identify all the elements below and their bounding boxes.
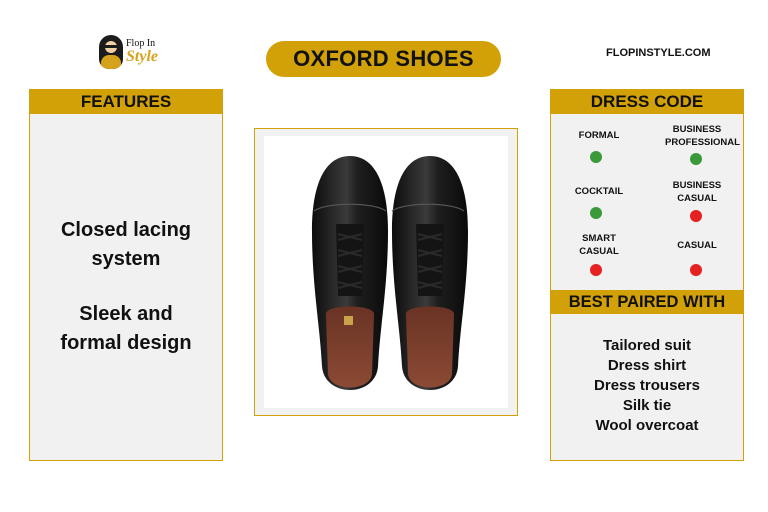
oxford-shoes-image xyxy=(264,136,508,408)
dress-code-label: FORMAL xyxy=(578,130,620,141)
dress-code-label: SMART CASUAL xyxy=(579,233,619,257)
shoe-illustration xyxy=(312,156,468,390)
best-paired-list: Tailored suit Dress shirt Dress trousers… xyxy=(551,336,743,436)
page-title: OXFORD SHOES xyxy=(266,41,501,77)
dress-code-label: CASUAL xyxy=(677,240,717,251)
paired-item: Silk tie xyxy=(622,397,672,414)
not-suitable-dot-icon xyxy=(690,210,702,222)
paired-item: Tailored suit xyxy=(602,337,692,354)
dress-code-panel: DRESS CODE FORMAL BUSINESS PROFESSIONAL … xyxy=(550,89,744,461)
shoe-image-frame xyxy=(254,128,518,416)
paired-item: Dress trousers xyxy=(594,377,700,394)
logo-line2: Style xyxy=(126,48,158,65)
features-panel: FEATURES Closed lacing system Sleek and … xyxy=(29,89,223,461)
dress-code-label: BUSINESS CASUAL xyxy=(672,180,722,204)
suitable-dot-icon xyxy=(690,153,702,165)
dress-code-heading: DRESS CODE xyxy=(551,90,743,114)
dress-code-label: COCKTAIL xyxy=(574,186,624,197)
dress-code-casual: CASUAL xyxy=(647,239,747,252)
dress-code-smart-casual: SMART CASUAL xyxy=(551,232,647,258)
site-url: FLOPINSTYLE.COM xyxy=(606,47,711,59)
features-list: Closed lacing system Sleek and formal de… xyxy=(30,114,222,460)
dress-code-formal: FORMAL xyxy=(551,129,647,142)
right-shoe xyxy=(391,156,468,390)
best-paired-heading: BEST PAIRED WITH xyxy=(551,290,743,314)
suitable-dot-icon xyxy=(590,207,602,219)
dress-code-label: BUSINESS PROFESSIONAL xyxy=(665,124,740,148)
not-suitable-dot-icon xyxy=(690,264,702,276)
logo-text: Flop In Style xyxy=(126,39,158,65)
dress-code-business-casual: BUSINESS CASUAL xyxy=(647,179,747,205)
suitable-dot-icon xyxy=(590,151,602,163)
dress-code-business-professional: BUSINESS PROFESSIONAL xyxy=(647,123,747,149)
brand-logo: Flop In Style xyxy=(99,34,159,70)
dress-code-cocktail: COCKTAIL xyxy=(551,185,647,198)
left-shoe xyxy=(312,156,388,390)
feature-item: Closed lacing system xyxy=(60,219,192,270)
avatar-icon xyxy=(99,35,123,69)
paired-item: Wool overcoat xyxy=(595,417,699,434)
features-heading: FEATURES xyxy=(30,90,222,114)
paired-item: Dress shirt xyxy=(607,357,687,374)
feature-item: Sleek and formal design xyxy=(60,303,192,354)
not-suitable-dot-icon xyxy=(590,264,602,276)
